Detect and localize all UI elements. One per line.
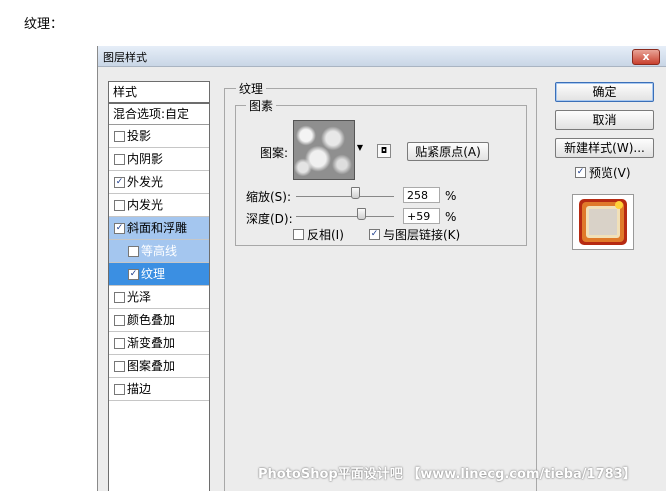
snap-to-origin-button[interactable]: 贴紧原点(A) — [407, 142, 489, 161]
style-item-label: 光泽 — [127, 290, 152, 304]
checkbox-inner-shadow[interactable] — [114, 154, 125, 165]
new-style-button[interactable]: 新建样式(W)... — [555, 138, 654, 158]
invert-checkbox[interactable] — [293, 229, 304, 240]
style-item-inner-glow[interactable]: 内发光 — [109, 194, 209, 217]
pattern-label: 图案: — [260, 146, 289, 160]
depth-label: 深度(D): — [246, 212, 293, 226]
style-item-label: 投影 — [127, 129, 152, 143]
style-item-contour[interactable]: 等高线 — [109, 240, 209, 263]
style-item-label: 外发光 — [127, 175, 164, 189]
style-item-label: 图案叠加 — [127, 359, 176, 373]
style-item-bevel-emboss[interactable]: ✓ 斜面和浮雕 — [109, 217, 209, 240]
preview-option[interactable]: ✓ 预览(V) — [575, 164, 631, 181]
checkbox-texture[interactable]: ✓ — [128, 269, 139, 280]
dialog-title: 图层样式 — [103, 51, 147, 64]
preview-label: 预览(V) — [589, 166, 631, 180]
watermark-text: PhotoShop平面设计吧 【www.linecg.com/tieba/178… — [258, 467, 636, 482]
style-list-header[interactable]: 样式 — [109, 82, 209, 104]
blend-options-item[interactable]: 混合选项:自定 — [109, 104, 209, 125]
style-item-label: 描边 — [127, 382, 152, 396]
style-list: 样式 混合选项:自定 投影 内阴影 ✓ 外发光 内发光 ✓ 斜面和浮雕 等高线 … — [108, 81, 210, 491]
pattern-dropdown-icon[interactable]: ▼ — [356, 142, 364, 154]
layer-style-dialog: 图层样式 x 样式 混合选项:自定 投影 内阴影 ✓ 外发光 内发光 ✓ 斜面和… — [97, 46, 666, 491]
depth-slider-thumb[interactable] — [357, 208, 366, 220]
style-item-color-overlay[interactable]: 颜色叠加 — [109, 309, 209, 332]
checkbox-gradient-overlay[interactable] — [114, 338, 125, 349]
invert-option[interactable]: 反相(I) — [293, 226, 344, 243]
style-item-outer-glow[interactable]: ✓ 外发光 — [109, 171, 209, 194]
checkbox-satin[interactable] — [114, 292, 125, 303]
style-preview-thumbnail — [572, 194, 634, 250]
preview-checkbox[interactable]: ✓ — [575, 167, 586, 178]
invert-label: 反相(I) — [307, 228, 344, 242]
style-item-label: 纹理 — [141, 267, 166, 281]
depth-input[interactable]: +59 — [403, 208, 440, 224]
close-button[interactable]: x — [632, 49, 660, 65]
checkbox-outer-glow[interactable]: ✓ — [114, 177, 125, 188]
scale-input[interactable]: 258 — [403, 187, 440, 203]
style-item-satin[interactable]: 光泽 — [109, 286, 209, 309]
elements-group-title: 图素 — [246, 97, 277, 114]
checkbox-bevel-emboss[interactable]: ✓ — [114, 223, 125, 234]
style-item-stroke[interactable]: 描边 — [109, 378, 209, 401]
depth-slider-track[interactable] — [296, 216, 394, 217]
style-item-label: 颜色叠加 — [127, 313, 176, 327]
new-preset-icon[interactable]: ◘ — [377, 144, 391, 158]
style-item-label: 渐变叠加 — [127, 336, 176, 350]
checkbox-inner-glow[interactable] — [114, 200, 125, 211]
scale-label: 缩放(S): — [246, 190, 292, 204]
style-item-pattern-overlay[interactable]: 图案叠加 — [109, 355, 209, 378]
cancel-button[interactable]: 取消 — [555, 110, 654, 130]
scale-unit: % — [445, 189, 457, 203]
link-with-layer-checkbox[interactable]: ✓ — [369, 229, 380, 240]
ok-button[interactable]: 确定 — [555, 82, 654, 102]
checkbox-color-overlay[interactable] — [114, 315, 125, 326]
style-item-drop-shadow[interactable]: 投影 — [109, 125, 209, 148]
style-item-label: 内阴影 — [127, 152, 164, 166]
style-item-label: 内发光 — [127, 198, 164, 212]
pattern-swatch[interactable] — [293, 120, 355, 180]
texture-section-title: 纹理 — [236, 80, 267, 97]
link-with-layer-label: 与图层链接(K) — [383, 228, 461, 242]
dialog-titlebar[interactable]: 图层样式 x — [98, 46, 666, 67]
style-preview-image — [579, 199, 627, 245]
style-item-label: 斜面和浮雕 — [127, 221, 188, 235]
scale-slider-thumb[interactable] — [351, 187, 360, 199]
style-item-gradient-overlay[interactable]: 渐变叠加 — [109, 332, 209, 355]
checkbox-stroke[interactable] — [114, 384, 125, 395]
checkbox-contour[interactable] — [128, 246, 139, 257]
style-item-inner-shadow[interactable]: 内阴影 — [109, 148, 209, 171]
scale-slider-track[interactable] — [296, 196, 394, 197]
link-with-layer-option[interactable]: ✓ 与图层链接(K) — [369, 226, 460, 243]
style-item-label: 等高线 — [141, 244, 178, 258]
depth-unit: % — [445, 210, 457, 224]
style-item-texture[interactable]: ✓ 纹理 — [109, 263, 209, 286]
page-heading: 纹理： — [24, 17, 64, 32]
checkbox-drop-shadow[interactable] — [114, 131, 125, 142]
checkbox-pattern-overlay[interactable] — [114, 361, 125, 372]
